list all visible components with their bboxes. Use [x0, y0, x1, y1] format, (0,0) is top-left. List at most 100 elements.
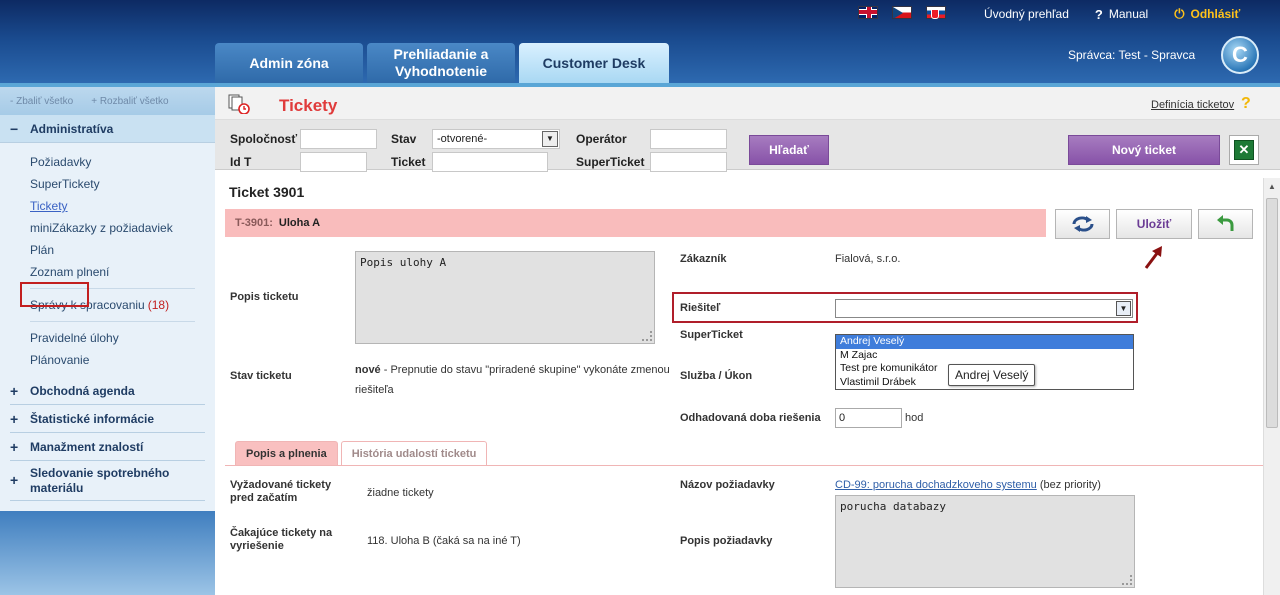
service-label: Služba / Úkon [680, 370, 753, 382]
request-description-textarea[interactable]: porucha databazy [835, 495, 1135, 588]
sidebar-item-minizakazky[interactable]: miniZákazky z požiadaviek [30, 217, 215, 239]
tabs-underline [225, 465, 1265, 466]
waiting-tickets-value: 118. Uloha B (čaká sa na iné T) [367, 535, 521, 547]
content-scrollbar[interactable]: ▲ [1263, 178, 1280, 595]
admin-user-label: Správca: Test - Spravca [1068, 48, 1196, 62]
manual-link[interactable]: ? Manual [1095, 7, 1148, 22]
solver-select[interactable]: ▼ [835, 299, 1133, 318]
sidebar-group-spotrebny-material[interactable]: + Sledovanie spotrebného materiálu [10, 461, 205, 501]
new-ticket-button[interactable]: Nový ticket [1068, 135, 1220, 165]
status-label: Stav [391, 132, 417, 146]
language-flags [858, 6, 946, 19]
sidebar-item-supertickety[interactable]: SuperTickety [30, 173, 215, 195]
main-tabs: Admin zóna Prehliadanie a Vyhodnotenie C… [215, 43, 669, 83]
scrollbar-thumb[interactable] [1266, 198, 1278, 428]
sidebar-item-zoznam-plneni[interactable]: Zoznam plnení [30, 261, 215, 283]
ticket-status-value: nové - Prepnutie do stavu "priradené sku… [355, 360, 675, 400]
page-titlebar: Tickety Definícia ticketov ? [215, 87, 1280, 120]
ticket-id: T-3901: [235, 217, 273, 229]
required-tickets-label: Vyžadované tickety pred začatím [230, 479, 332, 504]
logout-link[interactable]: ⏻ Odhlásiť [1174, 6, 1240, 22]
sidebar-group-label: Sledovanie spotrebného materiálu [30, 465, 170, 495]
sidebar-group-label: Štatistické informácie [30, 411, 155, 426]
estimate-unit: hod [905, 412, 924, 424]
customer-value: Fialová, s.r.o. [835, 253, 901, 265]
company-input[interactable] [300, 129, 377, 149]
superticket-field-label: SuperTicket [680, 329, 743, 341]
expand-icon: + [10, 438, 19, 455]
sidebar-item-poziadavky[interactable]: Požiadavky [30, 151, 215, 173]
request-name-link[interactable]: CD-99: porucha dochadzkoveho systemu [835, 479, 1037, 491]
power-icon: ⏻ [1174, 6, 1185, 21]
sidebar-group-obchodna-agenda[interactable]: + Obchodná agenda [10, 377, 205, 405]
solver-tooltip: Andrej Veselý [948, 364, 1036, 386]
message-count-badge: (18) [147, 298, 170, 312]
search-button[interactable]: Hľadať [749, 135, 829, 165]
tab-admin-zone[interactable]: Admin zóna [215, 43, 363, 83]
sidebar-item-tickety[interactable]: Tickety [30, 195, 215, 217]
tab-description-fulfillment[interactable]: Popis a plnenia [235, 441, 338, 465]
tab-ticket-history[interactable]: História udalostí ticketu [340, 441, 488, 465]
help-icon[interactable]: ? [1241, 95, 1251, 113]
refresh-button[interactable] [1055, 209, 1110, 239]
scroll-up-icon[interactable]: ▲ [1268, 182, 1276, 191]
superticket-input[interactable] [650, 152, 727, 172]
ticket-description-textarea[interactable]: Popis ulohy A [355, 251, 655, 344]
customer-label: Zákazník [680, 253, 727, 265]
ticket-title-bar: T-3901: Uloha A [225, 209, 1046, 237]
cz-flag-icon[interactable] [892, 6, 912, 19]
tickety-highlight-box [20, 282, 89, 307]
expand-all-link[interactable]: + Rozbaliť všetko [91, 96, 168, 107]
solver-option[interactable]: Andrej Veselý [836, 335, 1133, 349]
status-select-value: -otvorené- [437, 133, 488, 145]
sk-flag-icon[interactable] [926, 6, 946, 19]
required-tickets-value: žiadne tickety [367, 487, 434, 499]
page-title: Tickety [279, 96, 338, 115]
ticket-status-state: nové [355, 364, 381, 376]
sidebar-group-label: Manažment znalostí [30, 439, 144, 454]
operator-input[interactable] [650, 129, 727, 149]
sidebar-footer-gradient [0, 511, 215, 595]
waiting-tickets-label: Čakajúce tickety na vyriešenie [230, 527, 333, 552]
ticket-clock-icon [228, 94, 250, 114]
detail-tabs: Popis a plnenia História udalostí ticket… [235, 441, 488, 465]
save-button-label: Uložiť [1136, 217, 1172, 231]
sidebar-item-planovanie[interactable]: Plánovanie [30, 349, 215, 371]
app-logo[interactable]: C [1221, 36, 1259, 74]
back-arrow-icon [1216, 215, 1233, 231]
collapse-all-link[interactable]: - Zbaliť všetko [10, 96, 73, 107]
expand-icon: + [10, 410, 19, 427]
estimate-label: Odhadovaná doba riešenia [680, 412, 821, 424]
sidebar-group-label: Obchodná agenda [30, 383, 135, 398]
manual-label: Manual [1108, 7, 1149, 21]
ticket-input[interactable] [432, 152, 548, 172]
solver-option[interactable]: M Zajac [836, 349, 1133, 363]
excel-export-button[interactable]: ✕ [1229, 135, 1259, 165]
ticket-label: Ticket [391, 155, 426, 169]
idt-label: Id T [230, 155, 252, 169]
idt-input[interactable] [300, 152, 367, 172]
top-links: Úvodný prehľad ? Manual ⏻ Odhlásiť [984, 6, 1240, 22]
tab-customer-desk[interactable]: Customer Desk [519, 43, 669, 83]
sidebar-group-administrativa[interactable]: − Administratíva [0, 115, 215, 143]
logout-label: Odhlásiť [1190, 7, 1241, 21]
uk-flag-icon[interactable] [858, 6, 878, 19]
estimate-input[interactable]: 0 [835, 408, 902, 428]
ticket-status-label: Stav ticketu [230, 370, 292, 382]
status-select[interactable]: -otvorené- ▼ [432, 129, 560, 149]
back-button[interactable] [1198, 209, 1253, 239]
superticket-label: SuperTicket [576, 155, 645, 169]
tab-browsing-evaluation[interactable]: Prehliadanie a Vyhodnotenie [367, 43, 515, 83]
sidebar-group-statisticke-info[interactable]: + Štatistické informácie [10, 405, 205, 433]
ticket-definition-link[interactable]: Definícia ticketov [1151, 99, 1234, 111]
save-button[interactable]: Uložiť [1116, 209, 1192, 239]
operator-label: Operátor [576, 132, 627, 146]
refresh-arrows-icon [1071, 216, 1094, 232]
solver-label: Riešiteľ [680, 302, 721, 314]
pointer-arrow-icon [1144, 246, 1162, 269]
sidebar-item-plan[interactable]: Plán [30, 239, 215, 261]
overview-link[interactable]: Úvodný prehľad [984, 7, 1069, 21]
sidebar-item-pravidelne-ulohy[interactable]: Pravidelné úlohy [30, 327, 215, 349]
sidebar-group-manazment-znalosti[interactable]: + Manažment znalostí [10, 433, 205, 461]
sidebar-toolbar: - Zbaliť všetko + Rozbaliť všetko [0, 87, 215, 115]
